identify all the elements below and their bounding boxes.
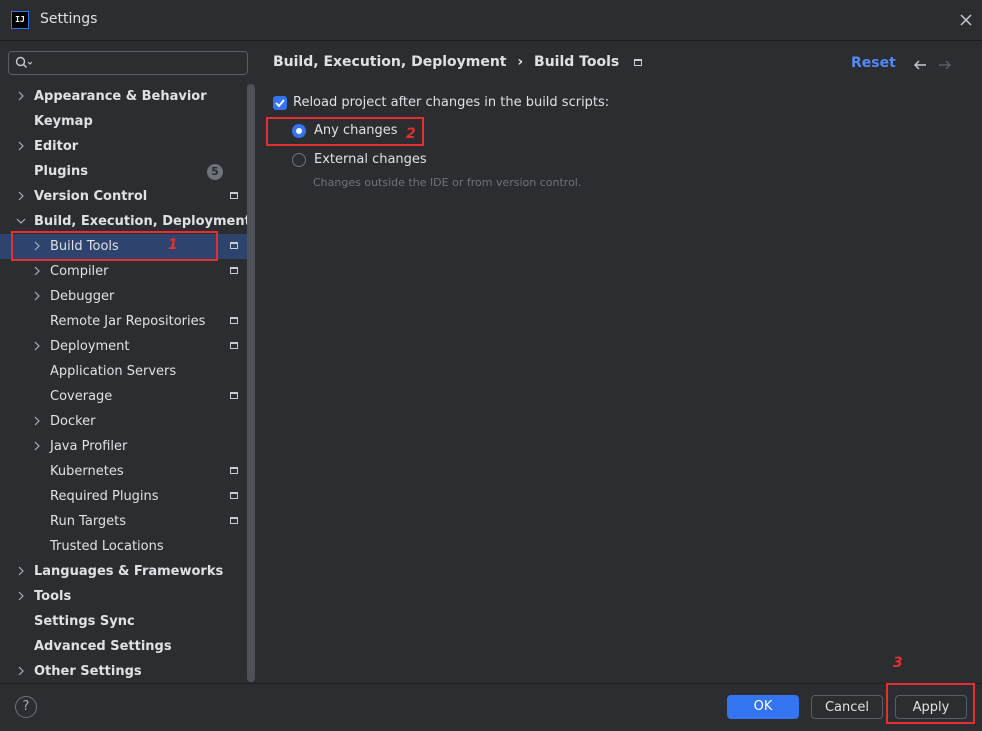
sidebar-item-version-control[interactable]: Version Control <box>0 184 256 209</box>
close-icon[interactable] <box>956 10 976 30</box>
sidebar-item-label: Languages & Frameworks <box>34 564 224 579</box>
sidebar-item-appearance-behavior[interactable]: Appearance & Behavior <box>0 84 256 109</box>
breadcrumb: Build, Execution, Deployment › Build Too… <box>273 54 643 70</box>
sidebar-item-java-profiler[interactable]: Java Profiler <box>0 434 256 459</box>
sidebar-item-label: Compiler <box>50 264 109 279</box>
sidebar-item-settings-sync[interactable]: Settings Sync <box>0 609 256 634</box>
check-icon <box>275 99 285 108</box>
annotation-marker-3: 3 <box>893 655 903 671</box>
annotation-box-1 <box>11 231 218 261</box>
sidebar-item-label: Settings Sync <box>34 614 135 629</box>
title-bar <box>0 0 982 41</box>
arrow-left-icon[interactable] <box>912 57 928 77</box>
sidebar-item-trusted-locations[interactable]: Trusted Locations <box>0 534 256 559</box>
sidebar-item-docker[interactable]: Docker <box>0 409 256 434</box>
sidebar-item-label: Keymap <box>34 114 93 129</box>
annotation-marker-2: 2 <box>406 126 416 142</box>
project-level-icon <box>230 242 238 249</box>
search-icon <box>15 56 33 74</box>
reset-link[interactable]: Reset <box>851 55 896 71</box>
annotation-box-2 <box>266 117 424 146</box>
chevron-right-icon[interactable] <box>31 434 43 459</box>
sidebar-item-remote-jar-repositories[interactable]: Remote Jar Repositories <box>0 309 256 334</box>
sidebar-item-application-servers[interactable]: Application Servers <box>0 359 256 384</box>
project-level-icon <box>230 517 238 524</box>
pin-icon <box>634 58 643 66</box>
sidebar-item-advanced-settings[interactable]: Advanced Settings <box>0 634 256 659</box>
sidebar-item-plugins[interactable]: Plugins 5 <box>0 159 256 184</box>
sidebar-item-label: Remote Jar Repositories <box>50 314 206 329</box>
sidebar-item-label: Trusted Locations <box>50 539 164 554</box>
project-level-icon <box>230 267 238 274</box>
cancel-button[interactable]: Cancel <box>811 695 883 719</box>
chevron-right-icon[interactable] <box>15 134 27 159</box>
help-icon[interactable]: ? <box>15 696 37 718</box>
sidebar-scrollbar[interactable] <box>247 84 255 682</box>
sidebar-item-deployment[interactable]: Deployment <box>0 334 256 359</box>
arrow-right-icon[interactable] <box>937 57 953 77</box>
breadcrumb-current: Build Tools <box>534 54 620 70</box>
sidebar-item-required-plugins[interactable]: Required Plugins <box>0 484 256 509</box>
sidebar-item-label: Advanced Settings <box>34 639 172 654</box>
breadcrumb-separator: › <box>517 54 524 70</box>
update-count-badge: 5 <box>207 164 223 180</box>
reload-project-label: Reload project after changes in the buil… <box>293 95 610 110</box>
sidebar-item-label: Docker <box>50 414 96 429</box>
sidebar-item-run-targets[interactable]: Run Targets <box>0 509 256 534</box>
sidebar-item-kubernetes[interactable]: Kubernetes <box>0 459 256 484</box>
sidebar-item-label: Java Profiler <box>50 439 128 454</box>
reload-project-checkbox[interactable] <box>273 96 287 110</box>
external-changes-hint: Changes outside the IDE or from version … <box>313 176 582 189</box>
project-level-icon <box>230 192 238 199</box>
sidebar-item-tools[interactable]: Tools <box>0 584 256 609</box>
project-level-icon <box>230 467 238 474</box>
project-level-icon <box>230 342 238 349</box>
sidebar-item-label: Coverage <box>50 389 113 404</box>
sidebar-item-other-settings[interactable]: Other Settings <box>0 659 256 684</box>
sidebar-item-label: Kubernetes <box>50 464 124 479</box>
radio-external-changes[interactable] <box>292 153 306 167</box>
sidebar-item-label: Run Targets <box>50 514 127 529</box>
radio-external-changes-label[interactable]: External changes <box>314 152 427 167</box>
chevron-right-icon[interactable] <box>31 259 43 284</box>
sidebar-item-label: Plugins <box>34 164 88 179</box>
window-title: Settings <box>40 11 98 27</box>
search-input[interactable] <box>37 54 241 72</box>
search-field[interactable] <box>8 51 248 75</box>
sidebar-item-label: Editor <box>34 139 79 154</box>
sidebar-item-editor[interactable]: Editor <box>0 134 256 159</box>
chevron-right-icon[interactable] <box>15 584 27 609</box>
chevron-right-icon[interactable] <box>15 559 27 584</box>
sidebar-item-keymap[interactable]: Keymap <box>0 109 256 134</box>
ok-button[interactable]: OK <box>727 695 799 719</box>
sidebar-item-label: Required Plugins <box>50 489 159 504</box>
sidebar-item-label: Application Servers <box>50 364 177 379</box>
project-level-icon <box>230 317 238 324</box>
chevron-right-icon[interactable] <box>15 84 27 109</box>
annotation-marker-1: 1 <box>168 237 178 253</box>
project-level-icon <box>230 392 238 399</box>
chevron-right-icon[interactable] <box>15 184 27 209</box>
chevron-right-icon[interactable] <box>31 334 43 359</box>
app-logo-icon: IJ <box>11 11 29 29</box>
sidebar-item-compiler[interactable]: Compiler <box>0 259 256 284</box>
sidebar-item-label: Other Settings <box>34 664 142 679</box>
chevron-right-icon[interactable] <box>15 659 27 684</box>
sidebar-item-label: Appearance & Behavior <box>34 89 207 104</box>
sidebar-item-label: Debugger <box>50 289 115 304</box>
sidebar-item-debugger[interactable]: Debugger <box>0 284 256 309</box>
sidebar-item-label: Version Control <box>34 189 148 204</box>
chevron-right-icon[interactable] <box>31 409 43 434</box>
sidebar-item-label: Tools <box>34 589 72 604</box>
chevron-right-icon[interactable] <box>31 284 43 309</box>
breadcrumb-parent[interactable]: Build, Execution, Deployment <box>273 54 507 70</box>
project-level-icon <box>230 492 238 499</box>
annotation-box-3 <box>886 683 975 724</box>
sidebar-item-label: Deployment <box>50 339 130 354</box>
sidebar-item-languages-frameworks[interactable]: Languages & Frameworks <box>0 559 256 584</box>
sidebar-item-coverage[interactable]: Coverage <box>0 384 256 409</box>
